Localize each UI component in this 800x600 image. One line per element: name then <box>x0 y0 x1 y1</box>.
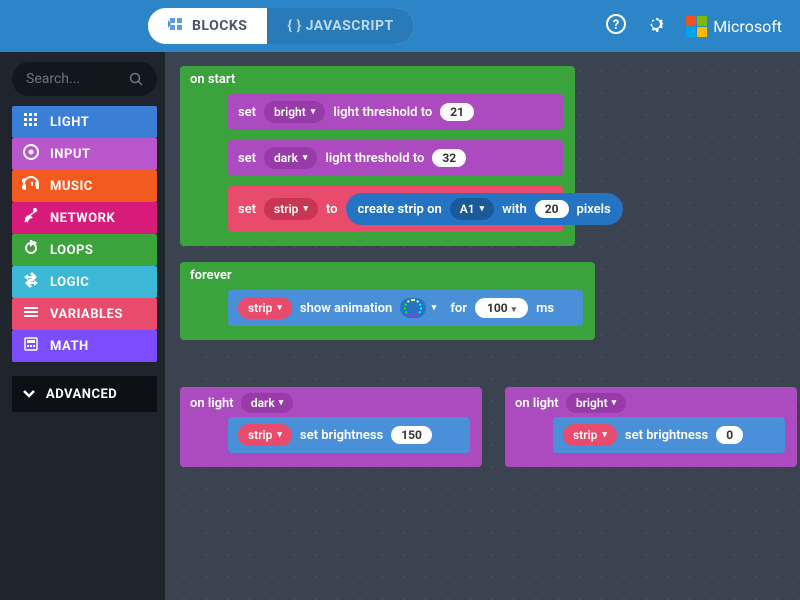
block-on-start[interactable]: on start setbright▾light threshold to21 s… <box>180 66 575 246</box>
logic-icon <box>22 272 40 292</box>
math-icon <box>22 336 40 356</box>
topbar-right: ? Microsoft <box>606 14 782 39</box>
tab-javascript-label: { } JAVASCRIPT <box>287 18 393 34</box>
block-on-light-bright[interactable]: on light bright▾ strip▾ set brightness 0 <box>505 387 797 467</box>
block-title: on light bright▾ <box>515 393 626 413</box>
category-label: NETWORK <box>50 211 115 226</box>
brightness-value[interactable]: 0 <box>716 426 743 444</box>
strip-dropdown[interactable]: strip▾ <box>238 297 292 319</box>
animation-dropdown[interactable]: ▾ <box>400 298 426 318</box>
block-forever-title: forever <box>190 268 232 283</box>
threshold-value[interactable]: 32 <box>432 149 466 167</box>
blocks-icon <box>168 17 184 35</box>
category-label: LOGIC <box>50 275 89 290</box>
threshold-value[interactable]: 21 <box>440 103 474 121</box>
category-logic[interactable]: LOGIC <box>12 266 157 298</box>
mode-tabs: BLOCKS { } JAVASCRIPT <box>148 8 414 44</box>
search-icon <box>129 72 143 86</box>
category-label: MATH <box>50 339 89 354</box>
tab-javascript[interactable]: { } JAVASCRIPT <box>267 8 413 44</box>
category-label: VARIABLES <box>50 307 123 322</box>
category-music[interactable]: MUSIC <box>12 170 157 202</box>
variables-icon <box>22 304 40 324</box>
microsoft-icon <box>686 16 707 37</box>
category-input[interactable]: INPUT <box>12 138 157 170</box>
strip-dropdown[interactable]: strip▾ <box>563 424 617 446</box>
category-label: MUSIC <box>50 179 93 194</box>
block-title: on light dark▾ <box>190 393 293 413</box>
condition-dropdown[interactable]: dark▾ <box>241 393 293 413</box>
search-input[interactable]: Search... <box>12 62 157 96</box>
brightness-value[interactable]: 150 <box>391 426 432 444</box>
workspace[interactable]: on start setbright▾light threshold to21 s… <box>165 52 800 600</box>
category-label: INPUT <box>50 147 90 162</box>
block-set-threshold[interactable]: setbright▾light threshold to21 <box>228 94 563 130</box>
category-light[interactable]: LIGHT <box>12 106 157 138</box>
block-on-start-title: on start <box>190 72 235 87</box>
pixel-count[interactable]: 20 <box>535 200 569 218</box>
block-show-animation[interactable]: strip▾ show animation ▾ for 100 ▾ ms <box>228 290 583 326</box>
category-math[interactable]: MATH <box>12 330 157 362</box>
search-placeholder: Search... <box>26 71 80 87</box>
light-icon <box>22 112 40 132</box>
chevron-down-icon <box>22 387 36 401</box>
tab-blocks[interactable]: BLOCKS <box>148 8 267 44</box>
block-on-light-dark[interactable]: on light dark▾ strip▾ set brightness 150 <box>180 387 482 467</box>
block-set-brightness[interactable]: strip▾ set brightness 0 <box>553 417 785 453</box>
category-label: LOOPS <box>50 243 93 258</box>
music-icon <box>22 176 40 196</box>
label: set brightness <box>300 428 383 443</box>
label: set brightness <box>625 428 708 443</box>
block-forever[interactable]: forever strip▾ show animation ▾ for 100 … <box>180 262 595 340</box>
top-bar: BLOCKS { } JAVASCRIPT ? Microsoft <box>0 0 800 52</box>
category-label: LIGHT <box>50 115 89 130</box>
gear-icon[interactable] <box>646 14 666 39</box>
advanced-label: ADVANCED <box>46 387 117 402</box>
label: show animation <box>300 301 392 316</box>
brand-logo: Microsoft <box>686 16 782 37</box>
category-variables[interactable]: VARIABLES <box>12 298 157 330</box>
category-loops[interactable]: LOOPS <box>12 234 157 266</box>
pin-dropdown[interactable]: A1▾ <box>450 198 494 220</box>
tab-blocks-label: BLOCKS <box>192 18 247 34</box>
network-icon <box>22 208 40 228</box>
block-set-threshold[interactable]: setdark▾light threshold to32 <box>228 140 563 176</box>
loops-icon <box>22 240 40 260</box>
block-set-strip[interactable]: setstrip▾tocreate strip onA1▾with20pixel… <box>228 186 563 232</box>
create-strip-block[interactable]: create strip onA1▾with20pixels <box>346 193 623 225</box>
condition-dropdown[interactable]: bright▾ <box>566 393 626 413</box>
var-dropdown[interactable]: strip▾ <box>264 198 318 220</box>
strip-dropdown[interactable]: strip▾ <box>238 424 292 446</box>
help-icon[interactable]: ? <box>606 14 626 39</box>
input-icon <box>22 144 40 164</box>
threshold-dropdown[interactable]: bright▾ <box>264 101 325 123</box>
block-set-brightness[interactable]: strip▾ set brightness 150 <box>228 417 470 453</box>
label: for <box>450 301 467 316</box>
duration-dropdown[interactable]: 100 ▾ <box>475 298 528 318</box>
svg-text:?: ? <box>613 18 619 33</box>
category-network[interactable]: NETWORK <box>12 202 157 234</box>
advanced-toggle[interactable]: ADVANCED <box>12 376 157 412</box>
label: ms <box>536 301 554 316</box>
brand-label: Microsoft <box>713 17 782 36</box>
sidebar: Search... LIGHT INPUT MUSIC NETWORK LOOPS LOG… <box>0 52 165 600</box>
threshold-dropdown[interactable]: dark▾ <box>264 147 317 169</box>
